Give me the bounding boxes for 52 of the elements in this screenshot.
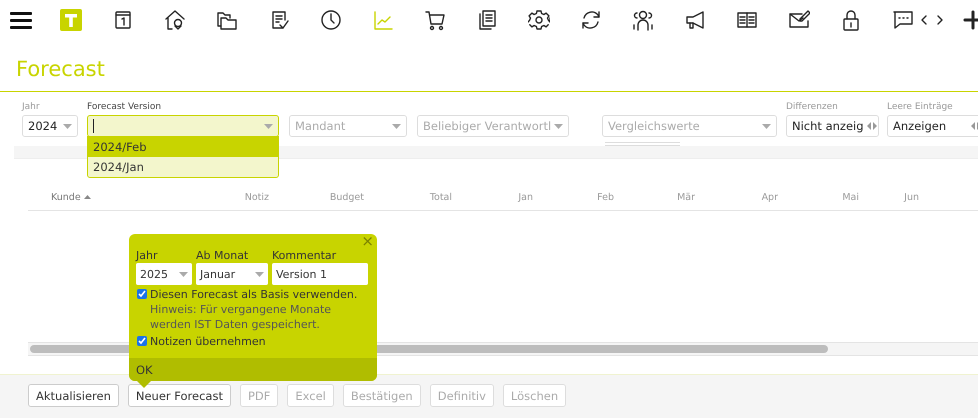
column-header[interactable]: Feb [597,192,614,203]
field-label: Leere Einträge [887,102,954,114]
column-header[interactable]: Kunde [51,192,81,203]
checkbox-label: Notizen übernehmen [150,334,267,349]
gear-icon[interactable] [528,9,550,31]
menu-icon[interactable] [10,11,32,29]
page-title: Forecast [0,40,978,92]
column-header[interactable]: Mär [677,192,695,203]
close-icon[interactable]: × [361,233,374,249]
checkbox[interactable] [137,289,147,299]
column-header[interactable]: Jan [518,192,533,203]
spinner-arrows-icon[interactable] [971,122,978,130]
column-header[interactable]: Mai [842,192,859,203]
column-header[interactable]: Notiz [244,192,269,203]
field-label: Forecast Version [87,102,162,114]
field-label: Differenzen [786,102,839,114]
spinner-field[interactable]: Anzeigen [887,115,978,137]
select-field[interactable]: Beliebiger Verantwortl [417,115,569,137]
refresh-icon[interactable] [580,9,602,31]
checkbox-label: Diesen Forecast als Basis verwenden. [150,287,358,302]
action-button[interactable]: Neuer Forecast [128,384,231,407]
column-header[interactable]: Budget [330,192,364,203]
people-icon[interactable] [632,9,654,31]
checkbox[interactable] [137,336,147,346]
spinner-arrows-icon[interactable] [866,122,877,130]
input-field[interactable]: Version 1 [272,263,368,285]
select-field[interactable]: Mandant [289,115,407,137]
megaphone-icon[interactable] [684,9,706,31]
plus-icon[interactable] [962,9,978,31]
field-label: Jahr [22,102,41,114]
spinner-field[interactable]: Nicht anzeig [786,115,879,137]
house-pin-icon[interactable] [164,9,186,31]
dropdown-option[interactable]: 2024/Jan [88,157,278,177]
popup-pointer [137,381,151,388]
hint-text: Hinweis: Für vergangene Monate werden IST Daten gespeichert. [150,302,332,332]
select-field[interactable]: 2025 [136,263,192,285]
select-field[interactable]: Vergleichswerte [602,115,777,137]
clock-icon[interactable] [320,9,342,31]
field-label: Jahr [136,249,158,263]
select-field[interactable] [87,115,279,137]
field-label: Ab Monat [196,249,250,263]
select-field[interactable]: 2024 [22,115,78,137]
field-label: Kommentar [272,249,338,263]
action-button[interactable]: Aktualisieren [28,384,119,407]
chat-bubble-icon[interactable] [892,9,914,31]
column-header[interactable]: Jun [904,192,919,203]
column-header[interactable]: Total [430,192,452,203]
sort-ascending-icon [84,195,91,199]
cart-icon[interactable] [424,9,446,31]
dropdown-option[interactable]: 2024/Feb [88,137,278,157]
column-header[interactable]: Apr [762,192,778,203]
select-field[interactable]: Januar [196,263,268,285]
